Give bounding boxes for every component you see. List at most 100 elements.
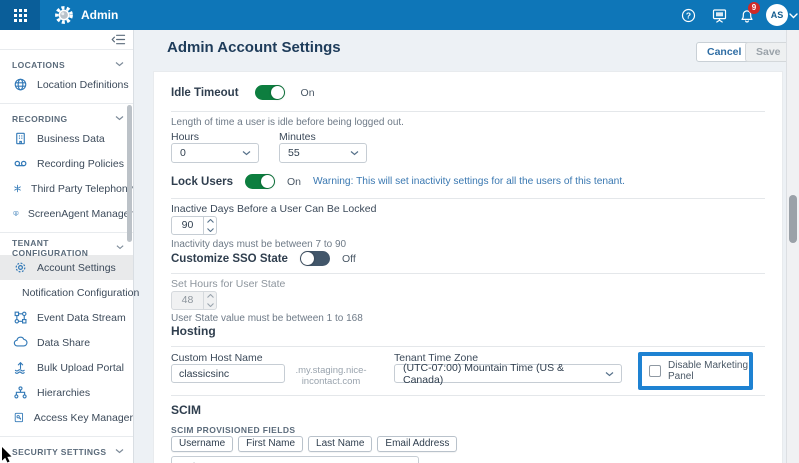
scim-fields-select[interactable]: Select... <box>171 456 419 463</box>
sidebar-nav: LOCATIONS Location Definitions RECORDING… <box>0 30 134 463</box>
stepper-up-button[interactable] <box>204 217 216 226</box>
chevron-down-icon <box>115 449 124 454</box>
scim-chip-username[interactable]: Username <box>171 436 233 452</box>
hosting-heading: Hosting <box>171 324 216 338</box>
svg-text:?: ? <box>686 10 691 20</box>
sidebar-section-tenant-configuration[interactable]: TENANT CONFIGURATION <box>0 240 133 255</box>
hours-label: Hours <box>171 131 199 143</box>
idle-timeout-state: On <box>301 87 315 99</box>
divider <box>0 436 133 437</box>
page-title: Admin Account Settings <box>167 39 341 56</box>
chevron-down-icon <box>116 245 124 250</box>
chevron-down-icon <box>115 62 124 67</box>
disable-marketing-panel-label: Disable Marketing Panel <box>668 360 749 383</box>
set-hours-help: User State value must be between 1 to 16… <box>171 313 363 324</box>
divider <box>171 273 765 274</box>
voicemail-icon <box>13 156 28 171</box>
stepper-down-button[interactable] <box>204 226 216 235</box>
notification-count-badge: 9 <box>748 2 760 14</box>
hierarchy-tree-icon <box>13 385 28 400</box>
sidebar-item-data-share[interactable]: Data Share <box>0 330 133 355</box>
sidebar-section-locations[interactable]: LOCATIONS <box>0 57 133 72</box>
set-hours-stepper[interactable]: 48 <box>171 291 217 310</box>
sidebar-item-notification-configuration[interactable]: Notification Configuration <box>0 280 133 305</box>
custom-host-name-input[interactable] <box>171 364 285 383</box>
minutes-label: Minutes <box>279 131 316 143</box>
chevron-down-icon <box>605 372 614 377</box>
app-launcher-button[interactable] <box>0 0 40 30</box>
sidebar-item-business-data[interactable]: Business Data <box>0 126 133 151</box>
collapse-sidebar-icon[interactable] <box>111 33 126 46</box>
idle-timeout-label: Idle Timeout <box>171 87 239 99</box>
top-bar: Admin ? 9 AS <box>0 0 799 30</box>
asterisk-icon <box>13 181 22 196</box>
grid-icon <box>14 9 27 22</box>
page-scrollbar-track <box>786 30 799 463</box>
monitor-agent-icon <box>13 206 19 221</box>
minutes-select[interactable]: 55 <box>279 143 367 163</box>
cloud-icon <box>13 335 28 350</box>
sidebar-section-recording[interactable]: RECORDING <box>0 111 133 126</box>
sidebar-item-third-party-telephony[interactable]: Third Party Telephony <box>0 176 133 201</box>
toggle-knob <box>261 175 274 188</box>
stepper-spin-buttons <box>203 292 216 309</box>
scim-chip-last-name[interactable]: Last Name <box>308 436 372 452</box>
hours-select[interactable]: 0 <box>171 143 259 163</box>
toggle-knob <box>301 252 314 265</box>
sidebar-collapse-row <box>0 30 133 50</box>
sidebar-item-account-settings[interactable]: Account Settings <box>0 255 133 280</box>
lock-users-label: Lock Users <box>171 176 233 188</box>
user-menu-chevron-down-icon[interactable] <box>789 13 798 19</box>
save-button[interactable]: Save <box>745 42 792 62</box>
sidebar-item-screenagent-manager[interactable]: ScreenAgent Manager <box>0 201 133 226</box>
sidebar-item-access-key-manager[interactable]: Access Key Manager <box>0 405 133 430</box>
customize-sso-label: Customize SSO State <box>171 253 288 265</box>
divider <box>0 103 133 104</box>
tenant-time-zone-select[interactable]: (UTC-07:00) Mountain Time (US & Canada) <box>394 364 622 383</box>
scim-chip-email-address[interactable]: Email Address <box>377 436 457 452</box>
toggle-knob <box>271 86 284 99</box>
nodes-icon <box>13 310 28 325</box>
sidebar-item-hierarchies[interactable]: Hierarchies <box>0 380 133 405</box>
idle-timeout-toggle[interactable] <box>255 85 285 100</box>
sidebar-item-recording-policies[interactable]: Recording Policies <box>0 151 133 176</box>
customize-sso-toggle[interactable] <box>300 251 330 266</box>
cancel-button[interactable]: Cancel <box>696 42 752 62</box>
lock-users-state: On <box>287 176 301 188</box>
divider <box>0 232 133 233</box>
user-avatar[interactable]: AS <box>766 4 788 26</box>
disable-marketing-panel-highlight: Disable Marketing Panel <box>638 352 753 390</box>
sidebar-section-security-settings[interactable]: SECURITY SETTINGS <box>0 444 133 459</box>
key-card-icon <box>13 410 25 425</box>
building-icon <box>13 131 28 146</box>
help-icon[interactable]: ? <box>681 8 696 23</box>
admin-app-logo-icon <box>53 4 75 26</box>
divider <box>171 198 765 199</box>
chevron-down-icon <box>242 151 251 156</box>
app-title: Admin <box>81 0 118 30</box>
whats-new-board-icon[interactable] <box>712 8 727 23</box>
sidebar-item-event-data-stream[interactable]: Event Data Stream <box>0 305 133 330</box>
sidebar-item-bulk-upload-portal[interactable]: Bulk Upload Portal <box>0 355 133 380</box>
disable-marketing-panel-checkbox[interactable] <box>649 365 661 377</box>
scim-chip-first-name[interactable]: First Name <box>238 436 303 452</box>
inactive-days-label: Inactive Days Before a User Can Be Locke… <box>171 203 376 215</box>
stepper-down-button[interactable] <box>204 301 216 310</box>
inactive-days-help: Inactivity days must be between 7 to 90 <box>171 239 346 250</box>
host-suffix-text: .my.staging.nice-incontact.com <box>294 365 368 387</box>
page-scrollbar-thumb[interactable] <box>789 195 797 243</box>
divider <box>171 111 765 112</box>
customize-sso-state: Off <box>342 253 356 265</box>
custom-host-name-label: Custom Host Name <box>171 352 263 364</box>
stepper-spin-buttons <box>203 217 216 234</box>
sidebar-item-location-definitions[interactable]: Location Definitions <box>0 72 133 97</box>
lock-users-warning: Warning: This will set inactivity settin… <box>313 176 625 187</box>
sidebar-scrollbar-thumb[interactable] <box>127 105 132 242</box>
upload-icon <box>13 360 28 375</box>
divider <box>171 346 765 347</box>
account-settings-card: Idle Timeout On Length of time a user is… <box>153 71 783 463</box>
globe-icon <box>13 77 28 92</box>
lock-users-toggle[interactable] <box>245 174 275 189</box>
stepper-up-button[interactable] <box>204 292 216 301</box>
inactive-days-stepper[interactable]: 90 <box>171 216 217 235</box>
